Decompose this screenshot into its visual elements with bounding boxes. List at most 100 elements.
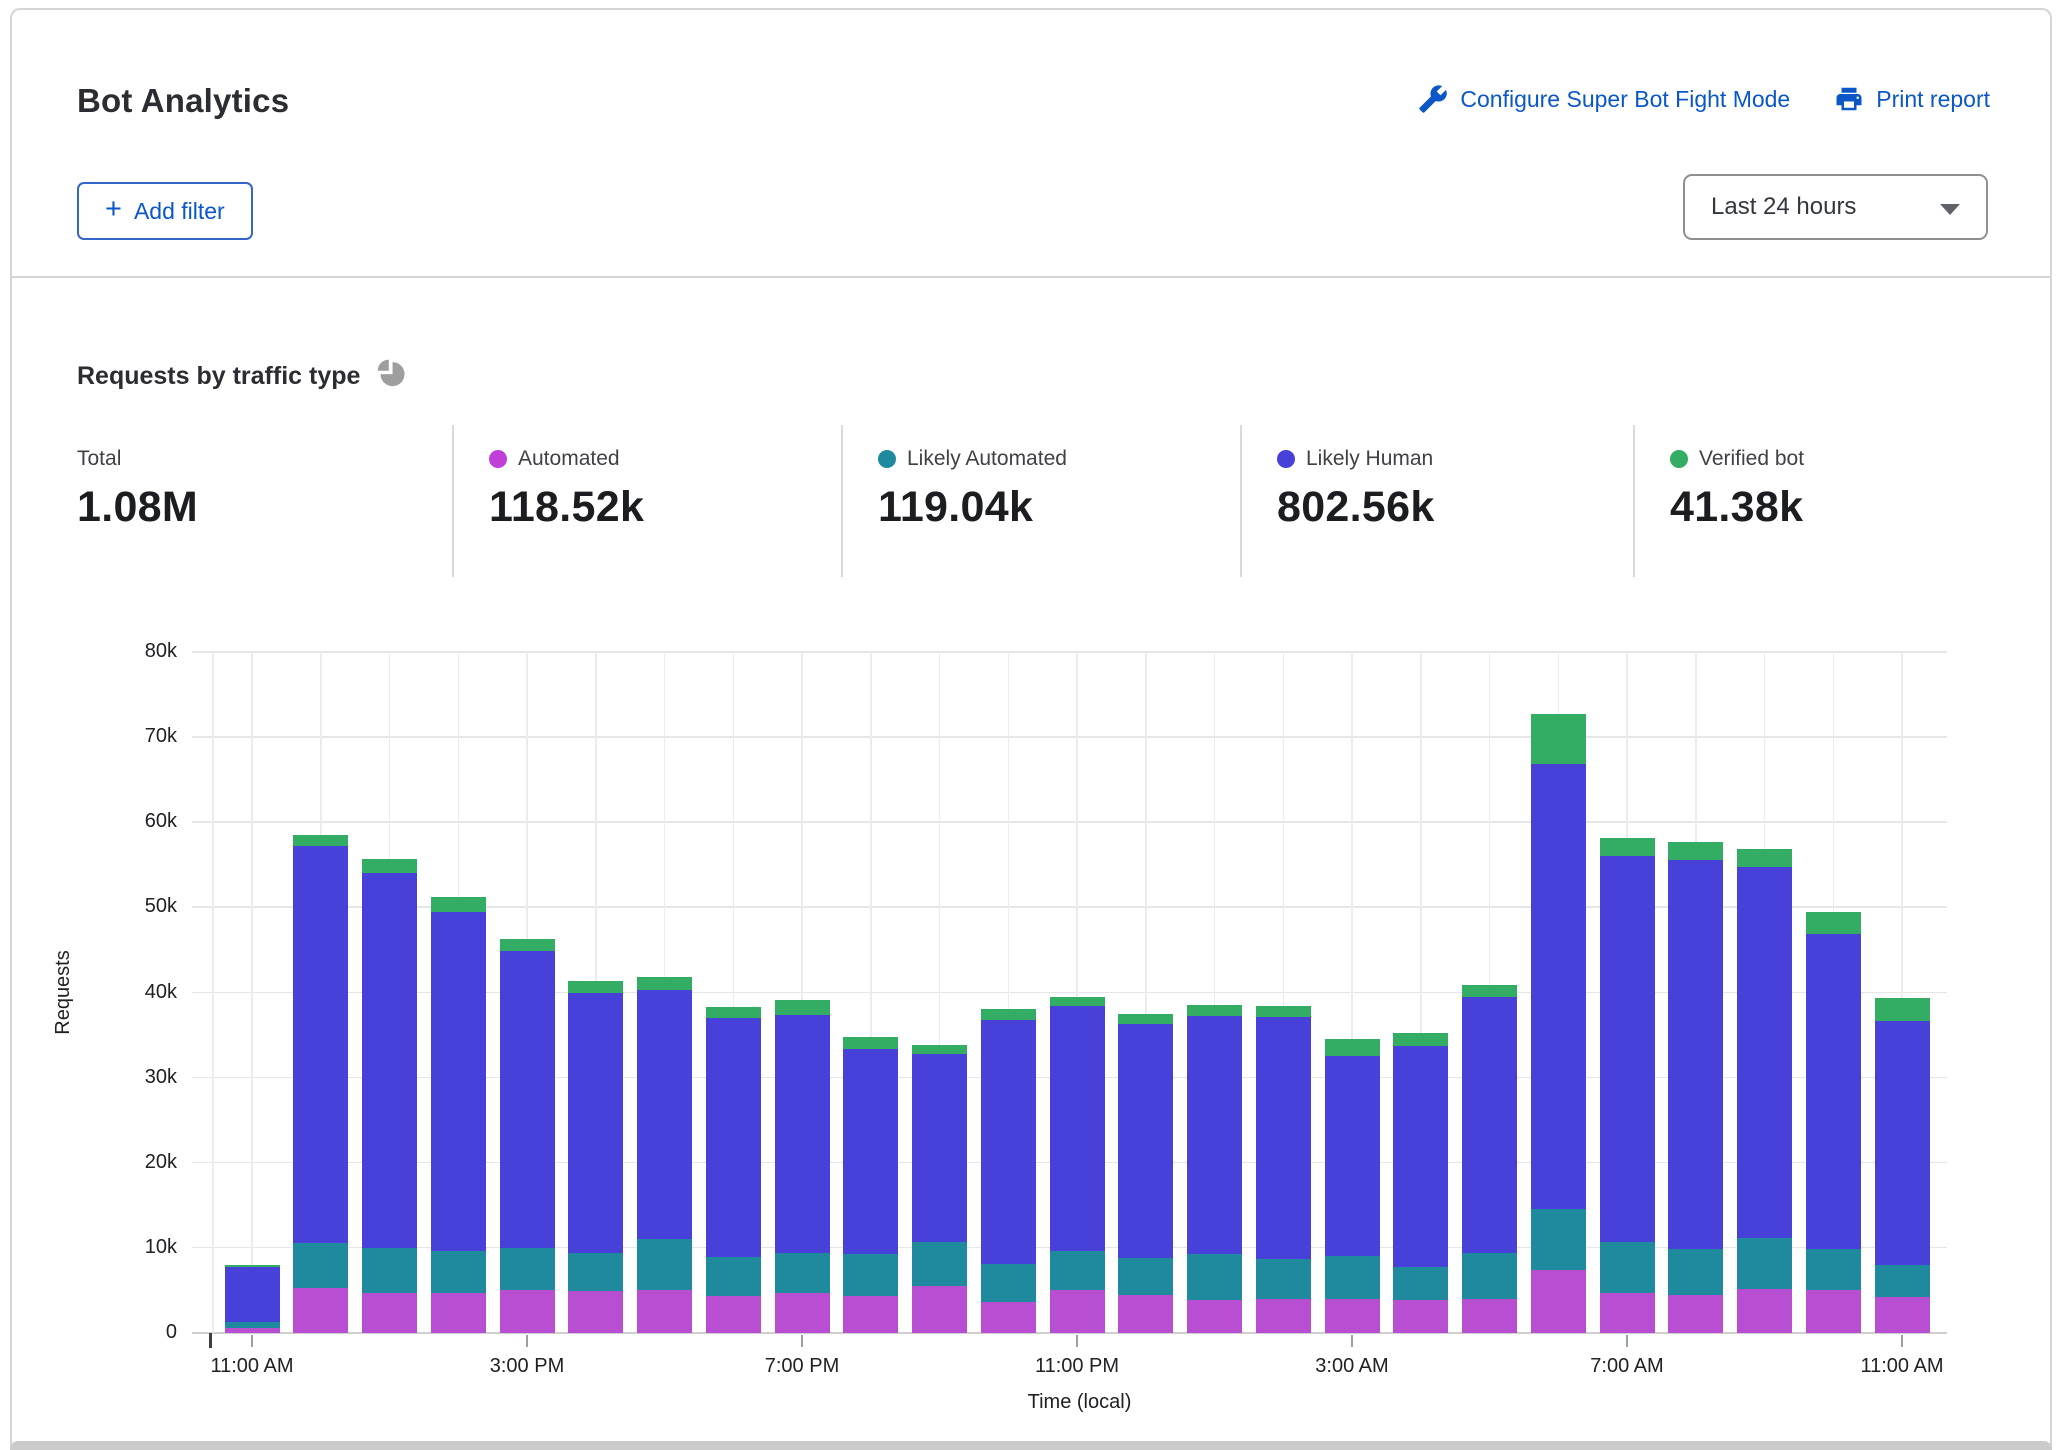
bar-hour-18[interactable] xyxy=(1462,985,1517,1333)
bar-segment-likely-automated xyxy=(637,1239,692,1289)
bar-hour-2[interactable] xyxy=(362,859,417,1333)
bar-segment-likely-human xyxy=(1600,856,1655,1243)
bar-hour-15[interactable] xyxy=(1256,1006,1311,1333)
bar-segment-likely-human xyxy=(1462,997,1517,1253)
bar-segment-verified-bot xyxy=(1050,997,1105,1006)
bar-segment-likely-automated xyxy=(1875,1265,1930,1297)
bar-segment-likely-human xyxy=(293,846,348,1243)
bar-hour-6[interactable] xyxy=(637,977,692,1333)
x-tick-label: 11:00 PM xyxy=(1007,1355,1147,1378)
x-tick-label: 3:00 AM xyxy=(1282,1355,1422,1378)
bar-segment-likely-human xyxy=(1668,860,1723,1249)
bar-segment-likely-automated xyxy=(1806,1249,1861,1290)
stat-total[interactable]: Total 1.08M xyxy=(77,447,198,532)
configure-super-bot-fight-mode-link[interactable]: Configure Super Bot Fight Mode xyxy=(1418,84,1790,114)
bar-hour-19[interactable] xyxy=(1531,714,1586,1333)
bar-segment-automated xyxy=(981,1302,1036,1334)
bar-hour-8[interactable] xyxy=(775,1000,830,1333)
bar-hour-17[interactable] xyxy=(1393,1033,1448,1333)
stat-automated-value: 118.52k xyxy=(489,483,644,532)
bar-hour-14[interactable] xyxy=(1187,1005,1242,1333)
time-range-select[interactable]: Last 24 hours xyxy=(1683,174,1988,240)
bar-segment-verified-bot xyxy=(1256,1006,1311,1017)
bar-segment-likely-automated xyxy=(1462,1253,1517,1299)
bar-hour-10[interactable] xyxy=(912,1045,967,1333)
bar-hour-22[interactable] xyxy=(1737,849,1792,1333)
bar-hour-12[interactable] xyxy=(1050,997,1105,1333)
stat-likely-automated[interactable]: Likely Automated 119.04k xyxy=(878,447,1067,532)
bar-hour-0[interactable] xyxy=(225,1265,280,1333)
bar-segment-likely-automated xyxy=(775,1253,830,1293)
y-tick-label: 70k xyxy=(112,725,177,748)
bar-segment-verified-bot xyxy=(500,939,555,951)
bar-segment-automated xyxy=(1050,1290,1105,1333)
bar-hour-24[interactable] xyxy=(1875,998,1930,1333)
stat-automated[interactable]: Automated 118.52k xyxy=(489,447,644,532)
bar-segment-likely-human xyxy=(706,1018,761,1257)
bar-segment-verified-bot xyxy=(1325,1039,1380,1056)
stat-divider xyxy=(452,425,454,577)
gridline-x-edge xyxy=(212,652,214,1333)
print-report-link[interactable]: Print report xyxy=(1834,84,1990,114)
print-link-label: Print report xyxy=(1876,86,1990,113)
stat-divider xyxy=(1633,425,1635,577)
bar-hour-5[interactable] xyxy=(568,981,623,1333)
bar-hour-1[interactable] xyxy=(293,835,348,1333)
bar-segment-likely-automated xyxy=(1050,1251,1105,1290)
bar-segment-automated xyxy=(500,1290,555,1333)
gridline-y-60000 xyxy=(192,821,1947,823)
bar-hour-4[interactable] xyxy=(500,939,555,1333)
bar-hour-11[interactable] xyxy=(981,1009,1036,1333)
x-tick xyxy=(801,1335,803,1347)
stat-verified-bot[interactable]: Verified bot 41.38k xyxy=(1670,447,1804,532)
bar-segment-automated xyxy=(637,1290,692,1333)
bar-segment-automated xyxy=(912,1286,967,1333)
x-tick-label: 11:00 AM xyxy=(1832,1355,1972,1378)
bar-hour-23[interactable] xyxy=(1806,912,1861,1333)
y-axis-title: Requests xyxy=(8,652,118,1333)
bar-segment-verified-bot xyxy=(706,1007,761,1018)
bar-segment-likely-automated xyxy=(1118,1258,1173,1295)
bar-segment-verified-bot xyxy=(775,1000,830,1015)
bar-segment-automated xyxy=(1187,1300,1242,1333)
bar-hour-13[interactable] xyxy=(1118,1014,1173,1333)
bar-hour-21[interactable] xyxy=(1668,842,1723,1333)
bot-analytics-card: Bot Analytics Configure Super Bot Fight … xyxy=(10,8,2052,1450)
next-card-top-edge xyxy=(10,1441,2052,1450)
bar-segment-likely-human xyxy=(1875,1021,1930,1266)
bar-segment-likely-human xyxy=(225,1267,280,1322)
bar-segment-likely-human xyxy=(1118,1024,1173,1258)
bar-hour-9[interactable] xyxy=(843,1037,898,1333)
stat-likely-automated-value: 119.04k xyxy=(878,483,1067,532)
bar-segment-automated xyxy=(1600,1293,1655,1333)
add-filter-button[interactable]: + Add filter xyxy=(77,182,253,240)
bar-segment-likely-automated xyxy=(1531,1209,1586,1270)
stat-likely-human[interactable]: Likely Human 802.56k xyxy=(1277,447,1435,532)
page-title: Bot Analytics xyxy=(77,82,289,120)
bar-segment-automated xyxy=(1806,1290,1861,1333)
bar-hour-3[interactable] xyxy=(431,897,486,1333)
bar-hour-20[interactable] xyxy=(1600,838,1655,1333)
bar-segment-verified-bot xyxy=(293,835,348,846)
y-tick-label: 80k xyxy=(112,640,177,663)
bar-segment-likely-automated xyxy=(1325,1256,1380,1298)
pie-chart-icon xyxy=(376,358,407,394)
stat-likely-human-value: 802.56k xyxy=(1277,483,1435,532)
x-tick xyxy=(1351,1335,1353,1347)
bar-segment-verified-bot xyxy=(1462,985,1517,997)
bar-segment-likely-human xyxy=(1325,1056,1380,1257)
card-header: Bot Analytics Configure Super Bot Fight … xyxy=(12,10,2050,278)
bar-segment-likely-human xyxy=(431,912,486,1251)
likely-automated-legend-dot xyxy=(878,450,896,468)
bar-segment-automated xyxy=(431,1293,486,1333)
gridline-x-0 xyxy=(251,652,253,1333)
bar-hour-7[interactable] xyxy=(706,1007,761,1333)
bar-segment-verified-bot xyxy=(1668,842,1723,860)
bar-segment-likely-automated xyxy=(1737,1238,1792,1289)
bar-hour-16[interactable] xyxy=(1325,1039,1380,1333)
stat-verified-bot-label: Verified bot xyxy=(1699,447,1804,471)
gridline-y-80000 xyxy=(192,651,1947,653)
bar-segment-likely-human xyxy=(1187,1016,1242,1254)
stat-total-value: 1.08M xyxy=(77,483,198,532)
bar-segment-automated xyxy=(1118,1295,1173,1333)
